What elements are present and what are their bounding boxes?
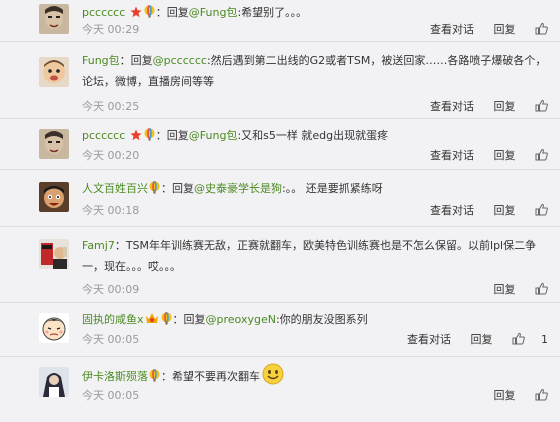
mention-link[interactable]: @preoxygeN <box>206 313 276 326</box>
avatar[interactable] <box>39 367 69 397</box>
username[interactable]: pcccccc <box>82 129 125 142</box>
like-thumb-icon[interactable] <box>535 99 548 115</box>
comment-time: 今天 00:25 <box>82 100 140 113</box>
reply-link[interactable]: 回复 <box>494 389 516 402</box>
balloon-badge-icon[interactable] <box>161 311 172 332</box>
comment-time: 今天 00:05 <box>82 333 140 346</box>
balloon-badge-icon[interactable] <box>144 127 155 148</box>
comment-text: :你的朋友没图系列 <box>275 313 368 326</box>
like-count: 1 <box>541 333 548 346</box>
like-thumb-icon[interactable] <box>535 148 548 164</box>
star-badge-icon[interactable] <box>130 127 142 148</box>
view-conversation-link[interactable]: 查看对话 <box>430 204 474 217</box>
avatar[interactable] <box>39 313 69 343</box>
like-thumb-icon[interactable] <box>512 332 525 348</box>
view-conversation-link[interactable]: 查看对话 <box>430 149 474 162</box>
reply-link[interactable]: 回复 <box>494 149 516 162</box>
reply-prefix: 回复 <box>130 54 153 67</box>
comment-item: pcccccc ：回复@Fung包:又和s5一样 就edg出现就蛋疼 今天 00… <box>0 119 560 170</box>
comment-time: 今天 00:20 <box>82 149 140 162</box>
view-conversation-link[interactable]: 查看对话 <box>430 100 474 113</box>
like-thumb-icon[interactable] <box>535 282 548 298</box>
username[interactable]: 伊卡洛斯殒落 <box>82 370 148 383</box>
mention-link[interactable]: @Fung包 <box>189 129 238 142</box>
like-thumb-icon[interactable] <box>535 22 548 38</box>
comment-item: 固执的咸鱼x ：回复@preoxygeN:你的朋友没图系列 今天 00:05 查看… <box>0 303 560 357</box>
comment-time: 今天 00:05 <box>82 389 140 402</box>
username[interactable]: 固执的咸鱼x <box>82 313 144 326</box>
reply-prefix: 回复 <box>183 313 206 326</box>
view-conversation-link[interactable]: 查看对话 <box>430 23 474 36</box>
avatar[interactable] <box>39 239 69 269</box>
username[interactable]: Fung包 <box>82 54 120 67</box>
avatar[interactable] <box>39 182 69 212</box>
vip-badge-icon[interactable] <box>145 311 159 332</box>
avatar[interactable] <box>39 4 69 34</box>
comment-item: Fung包：回复@pcccccc:然后遇到第二出线的G2或者TSM，被送回家……… <box>0 42 560 119</box>
comment-text: :又和s5一样 就edg出现就蛋疼 <box>237 129 389 142</box>
comment-time: 今天 00:29 <box>82 23 140 36</box>
comment-time: 今天 00:09 <box>82 283 140 296</box>
like-thumb-icon[interactable] <box>535 203 548 219</box>
reply-link[interactable]: 回复 <box>494 204 516 217</box>
comment-item: 伊卡洛斯殒落：希望不要再次翻车 今天 00:05 查看对话 回复 <box>0 357 560 422</box>
comment-item: 人文百姓百兴 ：回复@史泰豪学长是狗:。。 还是要抓紧练呀 今天 00:18 查看… <box>0 170 560 227</box>
reply-prefix: 回复 <box>172 182 194 195</box>
comment-time: 今天 00:18 <box>82 204 140 217</box>
comment-item: Famj7：TSM年年训练赛无敌，正赛就翻车，欧美特色训练赛也是不怎么保留。以前… <box>0 227 560 303</box>
username[interactable]: pcccccc <box>82 6 125 19</box>
avatar[interactable] <box>39 129 69 159</box>
comment-text: :。。 还是要抓紧练呀 <box>282 182 383 195</box>
comment-text: :希望别了。。。 <box>237 6 308 19</box>
reply-link[interactable]: 回复 <box>494 23 516 36</box>
like-thumb-icon[interactable] <box>535 388 548 404</box>
balloon-badge-icon[interactable] <box>149 368 160 389</box>
avatar[interactable] <box>39 57 69 87</box>
comment-item: pcccccc ：回复@Fung包:希望别了。。。 今天 00:29 查看对话 … <box>0 0 560 42</box>
reply-prefix: 回复 <box>166 129 189 142</box>
comment-text: TSM年年训练赛无敌，正赛就翻车，欧美特色训练赛也是不怎么保留。以前lpl保二争… <box>82 239 537 273</box>
mention-link[interactable]: @Fung包 <box>189 6 238 19</box>
mention-link[interactable]: @pcccccc <box>153 54 207 67</box>
comment-list: pcccccc ：回复@Fung包:希望别了。。。 今天 00:29 查看对话 … <box>0 0 560 422</box>
reply-prefix: 回复 <box>166 6 189 19</box>
username[interactable]: 人文百姓百兴 <box>82 182 148 195</box>
view-conversation-link[interactable]: 查看对话 <box>407 333 451 346</box>
username[interactable]: Famj7 <box>82 239 115 252</box>
reply-link[interactable]: 回复 <box>494 283 516 296</box>
reply-link[interactable]: 回复 <box>471 333 493 346</box>
reply-link[interactable]: 回复 <box>494 100 516 113</box>
comment-text: 希望不要再次翻车 <box>172 370 260 383</box>
balloon-badge-icon[interactable] <box>149 180 160 201</box>
mention-link[interactable]: @史泰豪学长是狗 <box>194 182 282 195</box>
